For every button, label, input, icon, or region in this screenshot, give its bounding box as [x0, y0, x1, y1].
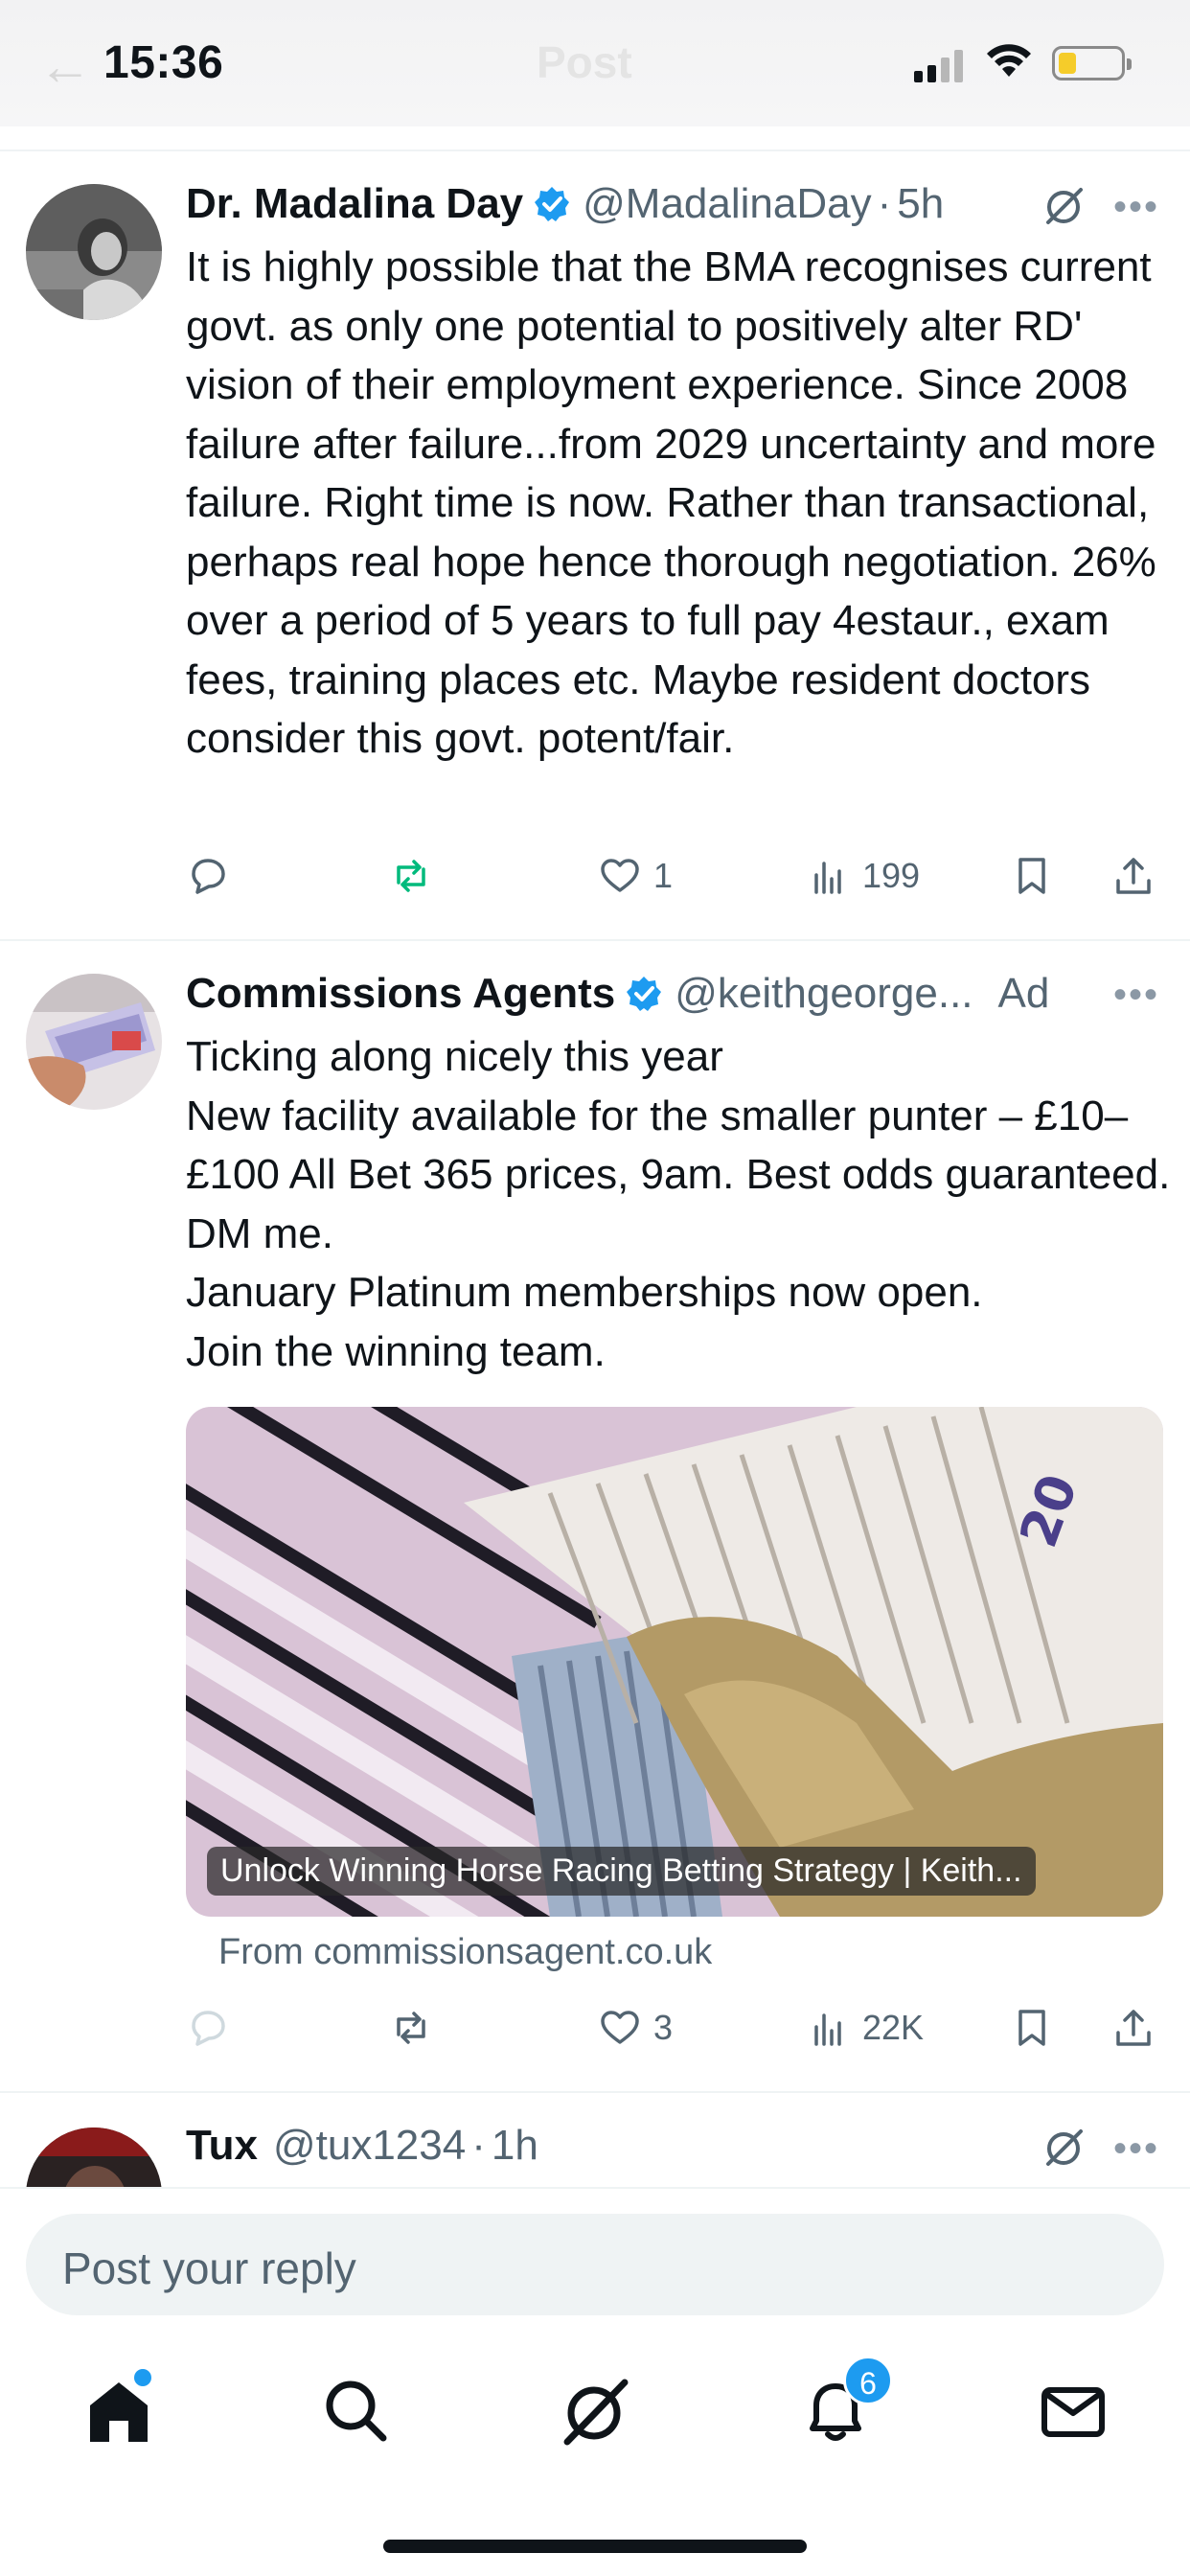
- status-time: 15:36: [103, 37, 224, 88]
- author-name[interactable]: Commissions Agents: [186, 970, 615, 1018]
- action-bar: 1 199: [186, 847, 1173, 905]
- bookmark-button[interactable]: [1010, 847, 1054, 905]
- author-name[interactable]: Tux: [186, 2122, 258, 2170]
- nav-messages[interactable]: [1035, 2373, 1111, 2450]
- back-arrow-icon[interactable]: ←: [38, 34, 92, 97]
- post-divider: [0, 939, 1190, 941]
- header-divider: [0, 150, 1190, 151]
- avatar[interactable]: [26, 974, 162, 1110]
- reply-button[interactable]: [186, 1999, 230, 2057]
- author-handle[interactable]: @keithgeorge...: [675, 970, 973, 1018]
- post-divider: [0, 2091, 1190, 2093]
- ad-label: Ad: [997, 970, 1050, 1017]
- repost-button[interactable]: [389, 1999, 433, 2057]
- cellular-signal-icon: [914, 48, 968, 82]
- grok-icon[interactable]: [1042, 184, 1087, 228]
- reply-placeholder: Post your reply: [62, 2243, 356, 2293]
- nav-search[interactable]: [318, 2373, 395, 2450]
- like-count: 1: [653, 856, 674, 895]
- views-chart-icon: [814, 2013, 841, 2046]
- search-icon: [326, 2380, 387, 2442]
- views-button[interactable]: 22K: [807, 1999, 924, 2057]
- post-text: It is highly possible that the BMA recog…: [186, 243, 1156, 762]
- view-count: 199: [862, 856, 921, 895]
- author-handle[interactable]: @MadalinaDay: [583, 180, 871, 228]
- like-button[interactable]: 3: [598, 1999, 673, 2057]
- author-name[interactable]: Dr. Madalina Day: [186, 180, 523, 228]
- page-title: Post: [537, 37, 632, 87]
- post-header: Commissions Agents @keithgeorge... Ad: [186, 970, 1049, 1018]
- repost-icon: [397, 2012, 425, 2044]
- action-bar: 3 22K: [186, 1999, 1173, 2057]
- post-header: Dr. Madalina Day @MadalinaDay · 5h: [186, 180, 944, 228]
- heart-icon: [601, 2011, 639, 2044]
- post-header: Tux @tux1234 · 1h: [186, 2122, 538, 2170]
- more-options-icon[interactable]: •••: [1113, 186, 1159, 229]
- reply-icon: [192, 2011, 225, 2046]
- reply-icon: [192, 859, 225, 894]
- grok-icon: [563, 2379, 629, 2446]
- home-indicator: [383, 2540, 807, 2553]
- ad-card-image[interactable]: 20 Unlock Winning Horse Racing Betting S…: [186, 1407, 1163, 1917]
- separator-dot: ·: [877, 180, 892, 227]
- reply-input[interactable]: Post your reply: [26, 2214, 1164, 2315]
- reply-button[interactable]: [186, 847, 230, 905]
- like-button[interactable]: 1: [598, 847, 673, 905]
- share-button[interactable]: [1111, 1999, 1156, 2057]
- nav-grok[interactable]: [558, 2373, 634, 2450]
- views-button[interactable]: 199: [807, 847, 920, 905]
- notification-badge: 6: [843, 2356, 893, 2405]
- more-options-icon[interactable]: •••: [1113, 974, 1159, 1017]
- ad-card-caption: Unlock Winning Horse Racing Betting Stra…: [207, 1847, 1036, 1896]
- repost-button[interactable]: [389, 847, 433, 905]
- ad-card-source[interactable]: From commissionsagent.co.uk: [218, 1932, 712, 1973]
- wifi-icon: [987, 44, 1031, 77]
- author-handle[interactable]: @tux1234: [273, 2122, 466, 2170]
- bookmark-button[interactable]: [1010, 1999, 1054, 2057]
- bookmark-icon: [1018, 2010, 1045, 2046]
- heart-icon: [601, 859, 639, 892]
- verified-badge-icon: [535, 187, 570, 221]
- like-count: 3: [653, 2008, 674, 2047]
- reply-composer: Post your reply: [0, 2187, 1190, 2331]
- repost-icon: [397, 860, 425, 892]
- bookmark-icon: [1018, 858, 1045, 894]
- share-button[interactable]: [1111, 847, 1156, 905]
- avatar[interactable]: [26, 184, 162, 320]
- home-unread-dot: [134, 2369, 151, 2386]
- share-icon: [1116, 858, 1151, 894]
- post-text: Ticking along nicely this year New facil…: [186, 1033, 1171, 1375]
- post-time: 1h: [491, 2122, 538, 2169]
- separator-dot: ·: [471, 2122, 486, 2169]
- view-count: 22K: [862, 2008, 925, 2047]
- battery-icon: [1052, 46, 1132, 80]
- verified-badge-icon: [627, 977, 662, 1011]
- share-icon: [1116, 2010, 1151, 2046]
- post-time: 5h: [897, 180, 945, 227]
- status-bar: ← 15:36 Post: [0, 0, 1190, 126]
- views-chart-icon: [814, 862, 841, 894]
- more-options-icon[interactable]: •••: [1113, 2128, 1159, 2171]
- grok-icon[interactable]: [1042, 2126, 1087, 2170]
- mail-icon: [1041, 2387, 1105, 2437]
